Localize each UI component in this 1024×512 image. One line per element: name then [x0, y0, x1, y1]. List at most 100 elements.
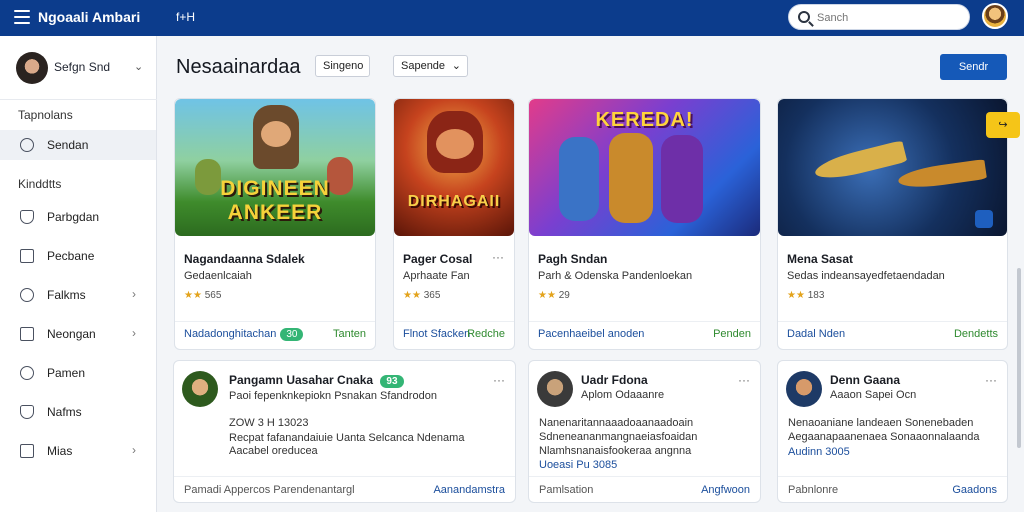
filter-button[interactable]: Singeno	[315, 55, 370, 77]
post-author-name: Pangamn Uasahar Cnaka	[229, 373, 374, 387]
post-line: Nlamhsnanaisfookeraa angnna	[539, 445, 692, 457]
game-publisher-link[interactable]: Dadal Nden	[787, 328, 845, 340]
brand-primary[interactable]: Ngoaali	[38, 9, 89, 25]
card-footer: Flnot Sfacken Redche	[394, 321, 514, 349]
game-subtitle: Gedaenlcaiah	[184, 270, 252, 282]
post-footer-action[interactable]: Aanandamstra	[433, 484, 505, 496]
post-link[interactable]: Audinn 3005	[788, 446, 850, 458]
sidebar-item-label: Pecbane	[47, 249, 95, 263]
more-options-icon[interactable]: ···	[492, 250, 504, 264]
scrollbar[interactable]	[1017, 268, 1021, 448]
game-subtitle: Parh & Odenska Pandenloekan	[538, 270, 693, 282]
star-rating-icon: ★★	[538, 290, 556, 301]
game-title: Nagandaanna Sdalek	[184, 252, 305, 266]
post-author-name[interactable]: Uadr Fdona	[581, 373, 648, 387]
game-art-title: DIGINEEN ANKEER	[220, 177, 330, 224]
post-footer: Pabnlonre Gaadons	[778, 476, 1007, 502]
post-avatar[interactable]	[182, 371, 218, 407]
profile-avatar[interactable]	[982, 3, 1008, 29]
post-footer-action[interactable]: Angfwoon	[701, 484, 750, 496]
brand-secondary[interactable]: Ambari	[92, 9, 140, 25]
sort-dropdown[interactable]: Sapende ⌄	[393, 55, 468, 77]
post-footer-link[interactable]: Pamlsation	[539, 484, 593, 496]
sidebar-item-label: Mias	[47, 444, 73, 458]
post-footer-action[interactable]: Gaadons	[952, 484, 997, 496]
game-cover-image[interactable]: DIGINEEN ANKEER	[175, 99, 375, 236]
hamburger-menu-icon[interactable]	[14, 10, 30, 24]
card-icon	[20, 444, 34, 458]
search-input[interactable]	[817, 9, 957, 27]
card-footer: Pacenhaeibel anoden Penden	[529, 321, 760, 349]
post-card[interactable]: Denn Gaana ··· Aaaon Sapei Ocn Nenaoania…	[777, 360, 1008, 503]
post-avatar[interactable]	[786, 371, 822, 407]
game-card[interactable]: Mena Sasat Sedas indeansayedfetaendadan …	[777, 98, 1008, 350]
top-link[interactable]: f+H	[176, 10, 195, 24]
game-cover-image[interactable]	[778, 99, 1007, 236]
game-card[interactable]: KEREDA! Pagh Sndan Parh & Odenska Panden…	[528, 98, 761, 350]
game-subtitle: Sedas indeansayedfetaendadan	[787, 270, 945, 282]
game-title: Pagh Sndan	[538, 252, 608, 266]
game-art-title: DIRHAGAII	[407, 193, 501, 210]
post-card[interactable]: Pangamn Uasahar Cnaka 93 ··· Paoi fepenk…	[173, 360, 516, 503]
more-options-icon[interactable]: ···	[493, 373, 505, 387]
sidebar: Sefgn Snd ⌄ Tapnolans Sendan Kinddtts Pa…	[0, 36, 157, 512]
post-line: Aplom Odaaanre	[581, 389, 665, 401]
game-action-link[interactable]: Dendetts	[954, 328, 998, 340]
user-switcher[interactable]: Sefgn Snd ⌄	[0, 36, 157, 100]
document-icon	[20, 249, 34, 263]
post-avatar[interactable]	[537, 371, 573, 407]
game-publisher-link[interactable]: Flnot Sfacken	[403, 328, 470, 340]
sidebar-item-nafms[interactable]: Nafms	[0, 397, 156, 427]
search-box[interactable]	[788, 4, 970, 30]
game-cover-image[interactable]: DIRHAGAII	[394, 99, 514, 236]
post-card[interactable]: Uadr Fdona ··· Aplom Odaaanre Nanenarita…	[528, 360, 761, 503]
game-action-link[interactable]: Tanten	[333, 328, 366, 340]
sidebar-item-label: Sendan	[47, 138, 89, 152]
post-link[interactable]: Uoeasi Pu 3085	[539, 459, 617, 471]
sidebar-item-sendan[interactable]: Sendan	[0, 130, 156, 160]
game-cover-image[interactable]: KEREDA!	[529, 99, 760, 236]
page-title: Nesaainardaa	[176, 56, 301, 78]
game-subtitle: Aprhaate Fan	[403, 270, 470, 282]
sidebar-item-pecbane[interactable]: Pecbane	[0, 241, 156, 271]
game-title: Mena Sasat	[787, 252, 854, 266]
post-author[interactable]: Pangamn Uasahar Cnaka 93	[229, 373, 404, 388]
more-options-icon[interactable]: ···	[738, 373, 750, 387]
post-footer-link[interactable]: Pabnlonre	[788, 484, 838, 496]
sidebar-item-falkms[interactable]: Falkms ›	[0, 280, 156, 310]
game-action-link[interactable]: Redche	[467, 328, 505, 340]
sidebar-item-label: Pamen	[47, 366, 86, 380]
game-rating: ★★ 183	[787, 290, 824, 301]
sidebar-item-parbgdan[interactable]: Parbgdan	[0, 202, 156, 232]
status-badge: 30	[280, 328, 304, 341]
game-publisher-link[interactable]: Pacenhaeibel anoden	[538, 328, 644, 340]
post-line: Aegaanapaanenaea Sonaaonnalaanda	[788, 431, 980, 443]
share-icon[interactable]: ↪	[986, 112, 1020, 138]
user-name: Sefgn Snd	[54, 60, 111, 74]
sidebar-item-label: Nafms	[47, 405, 82, 419]
sort-dropdown-label: Sapende	[401, 60, 446, 72]
game-card[interactable]: DIRHAGAII Pager Cosal ··· Aprhaate Fan ★…	[393, 98, 515, 350]
post-line: Sdneneananmangnaeiasfoaidan	[539, 431, 698, 443]
sidebar-item-mias[interactable]: Mias ›	[0, 436, 156, 466]
sidebar-section-heading: Tapnolans	[18, 108, 73, 122]
post-line: Recpat fafanandaiuie Uanta Selcanca Nden…	[229, 432, 465, 444]
primary-action-button[interactable]: Sendr	[940, 54, 1007, 80]
post-line: Nenaoaniane landeaen Sonenebaden	[788, 417, 974, 429]
game-rating: ★★ 365	[403, 290, 440, 301]
post-footer-link[interactable]: Pamadi Appercos Parendenantargl	[184, 484, 355, 496]
more-options-icon[interactable]: ···	[985, 373, 997, 387]
sidebar-item-neongan[interactable]: Neongan ›	[0, 319, 156, 349]
star-rating-icon: ★★	[184, 290, 202, 301]
sidebar-item-pamen[interactable]: Pamen	[0, 358, 156, 388]
rating-count: 183	[807, 290, 825, 301]
game-card[interactable]: DIGINEEN ANKEER Nagandaanna Sdalek Gedae…	[174, 98, 376, 350]
rating-count: 565	[204, 290, 222, 301]
user-avatar	[16, 52, 48, 84]
game-action-link[interactable]: Penden	[713, 328, 751, 340]
post-author-name[interactable]: Denn Gaana	[830, 373, 900, 387]
rating-count: 365	[423, 290, 441, 301]
chevron-right-icon: ›	[132, 287, 136, 301]
chevron-down-icon: ⌄	[451, 60, 461, 72]
game-publisher-link[interactable]: Nadadonghitachan 30	[184, 328, 304, 341]
